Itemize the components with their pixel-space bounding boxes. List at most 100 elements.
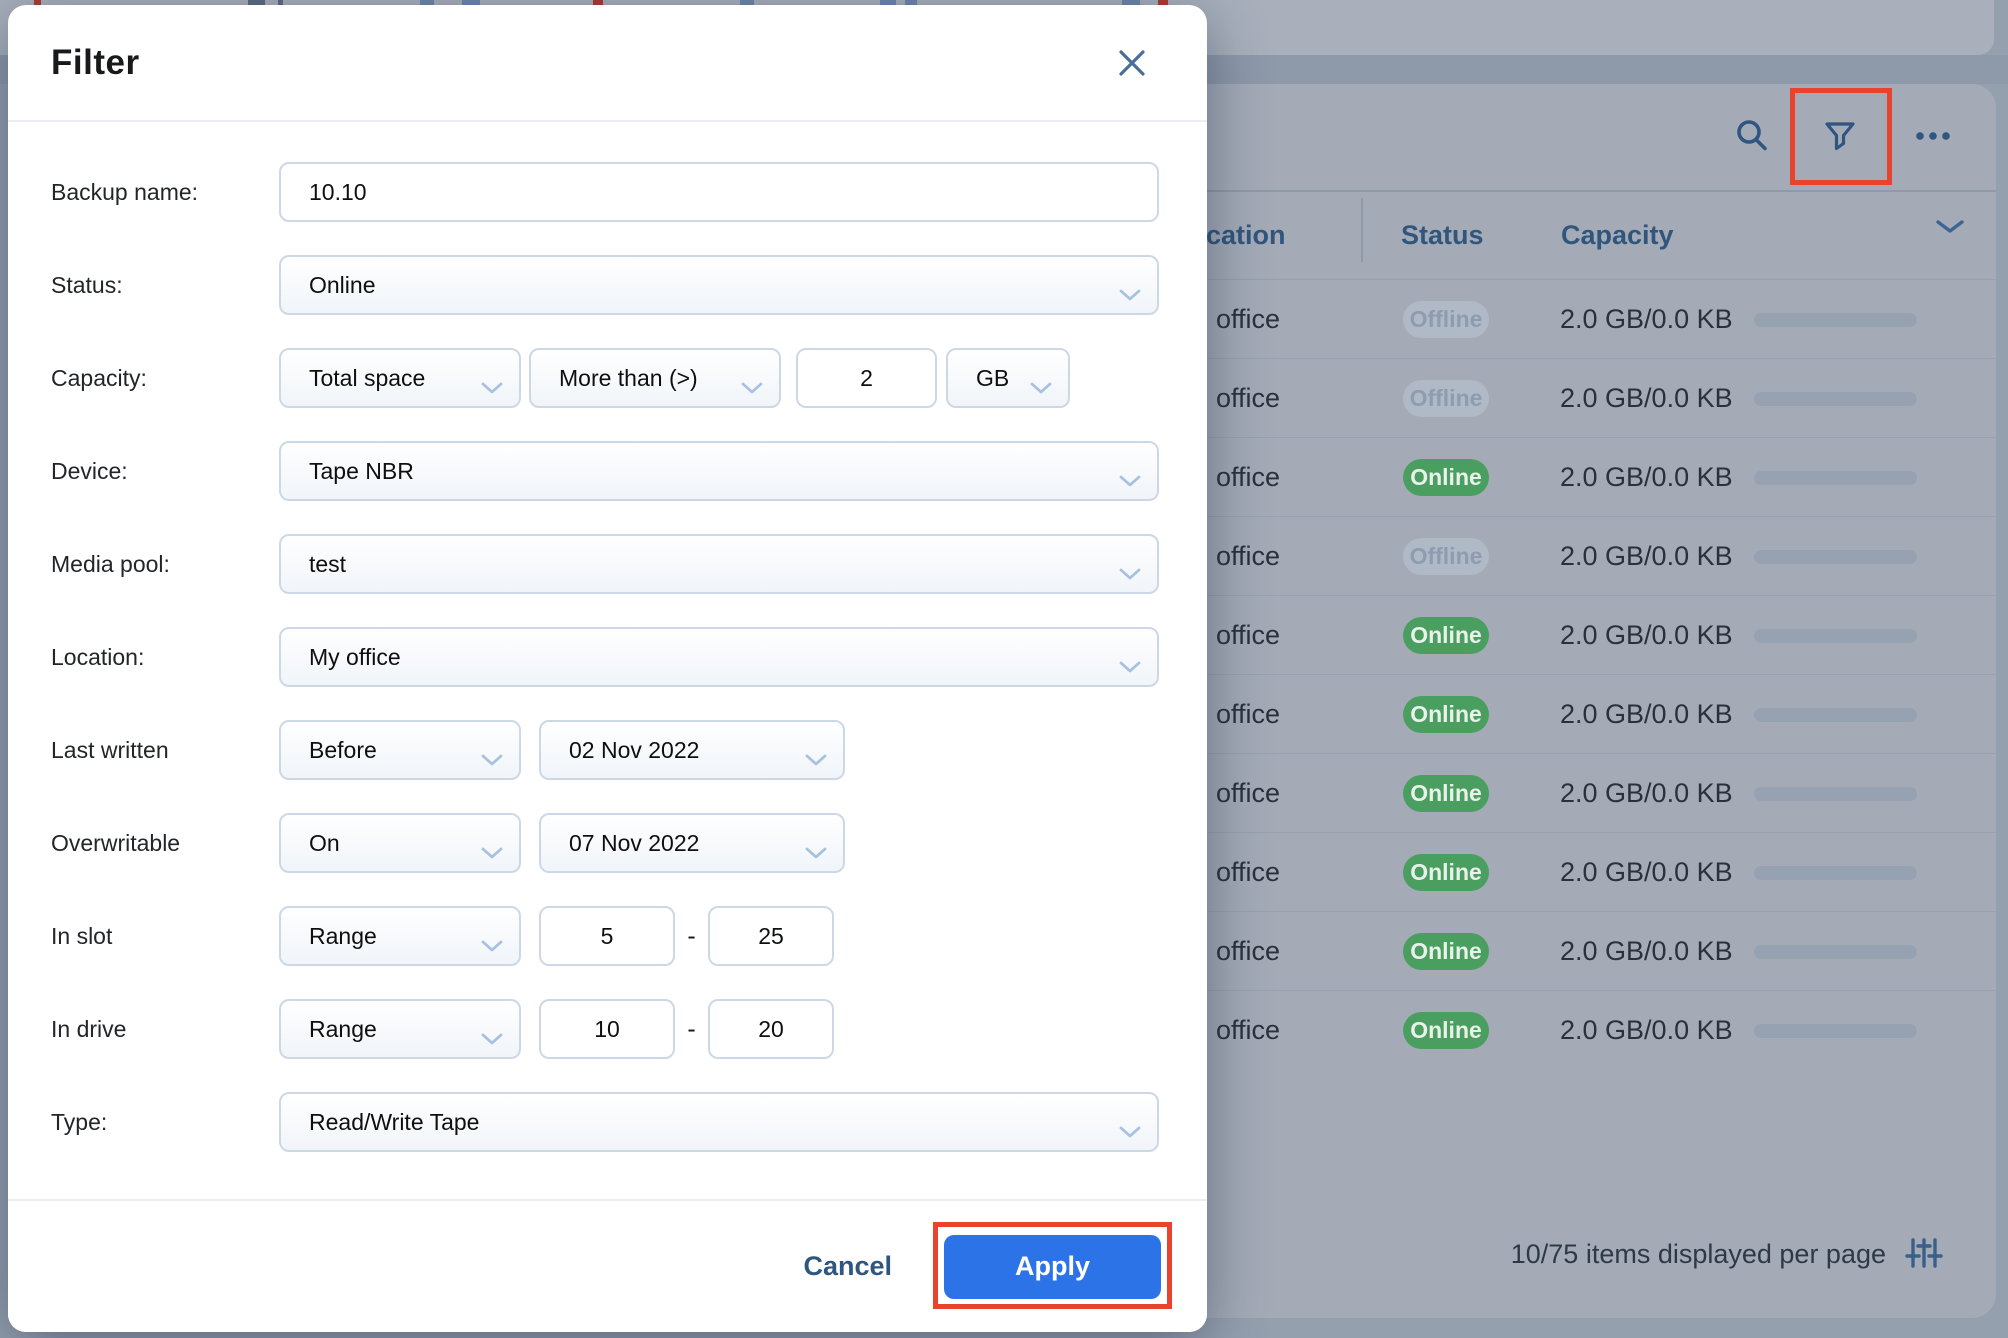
status-select-value: Online xyxy=(309,272,375,299)
column-divider xyxy=(1361,198,1363,262)
media-pool-label: Media pool: xyxy=(51,551,279,578)
overwritable-condition-value: On xyxy=(309,830,340,857)
in-slot-mode-select[interactable]: Range xyxy=(279,906,521,966)
status-badge: Online xyxy=(1403,459,1489,496)
capacity-unit-value: GB xyxy=(976,365,1009,392)
chevron-down-icon xyxy=(481,745,503,772)
range-separator: - xyxy=(675,1015,708,1044)
cell-location: office xyxy=(1216,620,1280,651)
annotation-box-filter-icon xyxy=(1790,88,1892,185)
field-row-overwritable: Overwritable On 07 Nov 2022 xyxy=(51,813,1207,873)
in-slot-from-input[interactable] xyxy=(539,906,675,966)
status-select[interactable]: Online xyxy=(279,255,1159,315)
in-drive-mode-select[interactable]: Range xyxy=(279,999,521,1059)
backup-name-input[interactable] xyxy=(279,162,1159,222)
chevron-down-icon xyxy=(481,838,503,865)
column-header-capacity[interactable]: Capacity xyxy=(1561,220,1674,251)
last-written-condition-select[interactable]: Before xyxy=(279,720,521,780)
cell-capacity: 2.0 GB/0.0 KB xyxy=(1560,620,1733,651)
status-badge: Online xyxy=(1403,933,1489,970)
field-row-last-written: Last written Before 02 Nov 2022 xyxy=(51,720,1207,780)
cell-location: office xyxy=(1216,304,1280,335)
device-label: Device: xyxy=(51,458,279,485)
type-label: Type: xyxy=(51,1109,279,1136)
cell-capacity: 2.0 GB/0.0 KB xyxy=(1560,1015,1733,1046)
in-slot-label: In slot xyxy=(51,923,279,950)
chevron-down-icon xyxy=(1119,280,1141,307)
more-options-icon[interactable] xyxy=(1911,114,1955,158)
location-select-value: My office xyxy=(309,644,401,671)
dialog-body: Backup name: Status: Online Capacity: To… xyxy=(8,122,1207,1152)
capacity-value-input[interactable] xyxy=(796,348,937,408)
chevron-down-icon xyxy=(1119,466,1141,493)
cell-capacity: 2.0 GB/0.0 KB xyxy=(1560,541,1733,572)
capacity-bar xyxy=(1754,392,1917,406)
last-written-date-value: 02 Nov 2022 xyxy=(569,737,699,764)
field-row-backup-name: Backup name: xyxy=(51,162,1207,222)
capacity-metric-value: Total space xyxy=(309,365,425,392)
capacity-bar xyxy=(1754,550,1917,564)
media-pool-select[interactable]: test xyxy=(279,534,1159,594)
status-badge: Online xyxy=(1403,617,1489,654)
close-icon[interactable] xyxy=(1115,46,1149,80)
last-written-date-select[interactable]: 02 Nov 2022 xyxy=(539,720,845,780)
type-select[interactable]: Read/Write Tape xyxy=(279,1092,1159,1152)
capacity-metric-select[interactable]: Total space xyxy=(279,348,521,408)
column-header-status[interactable]: Status xyxy=(1401,220,1484,251)
field-row-in-slot: In slot Range - xyxy=(51,906,1207,966)
in-drive-from-input[interactable] xyxy=(539,999,675,1059)
pagination: 10/75 items displayed per page xyxy=(1511,1234,1944,1274)
filter-dialog: Filter Backup name: Status: Online xyxy=(8,5,1207,1332)
cell-location: office xyxy=(1216,857,1280,888)
status-label: Status: xyxy=(51,272,279,299)
chevron-down-icon xyxy=(805,745,827,772)
capacity-bar xyxy=(1754,787,1917,801)
chevron-down-icon xyxy=(1119,652,1141,679)
capacity-bar xyxy=(1754,866,1917,880)
page-size-settings-icon[interactable] xyxy=(1904,1234,1944,1274)
status-badge: Online xyxy=(1403,696,1489,733)
chevron-down-icon xyxy=(481,373,503,400)
capacity-unit-select[interactable]: GB xyxy=(946,348,1070,408)
cell-location: office xyxy=(1216,1015,1280,1046)
overwritable-label: Overwritable xyxy=(51,830,279,857)
overwritable-date-select[interactable]: 07 Nov 2022 xyxy=(539,813,845,873)
screen: cation Status Capacity office Offline 2.… xyxy=(0,0,2008,1338)
chevron-down-icon xyxy=(805,838,827,865)
device-select[interactable]: Tape NBR xyxy=(279,441,1159,501)
cell-capacity: 2.0 GB/0.0 KB xyxy=(1560,936,1733,967)
items-per-page-label: 10/75 items displayed per page xyxy=(1511,1239,1886,1270)
capacity-bar xyxy=(1754,629,1917,643)
location-label: Location: xyxy=(51,644,279,671)
field-row-in-drive: In drive Range - xyxy=(51,999,1207,1059)
cell-capacity: 2.0 GB/0.0 KB xyxy=(1560,462,1733,493)
in-drive-to-input[interactable] xyxy=(708,999,834,1059)
overwritable-condition-select[interactable]: On xyxy=(279,813,521,873)
cell-capacity: 2.0 GB/0.0 KB xyxy=(1560,383,1733,414)
search-icon[interactable] xyxy=(1730,114,1774,158)
chevron-down-icon xyxy=(481,1024,503,1051)
capacity-operator-select[interactable]: More than (>) xyxy=(529,348,781,408)
media-pool-select-value: test xyxy=(309,551,346,578)
backup-name-label: Backup name: xyxy=(51,179,279,206)
field-row-status: Status: Online xyxy=(51,255,1207,315)
cell-location: office xyxy=(1216,936,1280,967)
in-slot-to-input[interactable] xyxy=(708,906,834,966)
status-badge: Online xyxy=(1403,775,1489,812)
dialog-header: Filter xyxy=(8,5,1207,122)
chevron-down-icon xyxy=(1119,559,1141,586)
device-select-value: Tape NBR xyxy=(309,458,414,485)
dialog-title: Filter xyxy=(51,43,140,83)
cell-capacity: 2.0 GB/0.0 KB xyxy=(1560,778,1733,809)
location-select[interactable]: My office xyxy=(279,627,1159,687)
field-row-type: Type: Read/Write Tape xyxy=(51,1092,1207,1152)
range-separator: - xyxy=(675,922,708,951)
in-drive-mode-value: Range xyxy=(309,1016,377,1043)
chevron-down-icon[interactable] xyxy=(1936,220,1964,239)
chevron-down-icon xyxy=(1119,1117,1141,1144)
capacity-bar xyxy=(1754,945,1917,959)
cancel-button[interactable]: Cancel xyxy=(803,1251,892,1282)
cell-capacity: 2.0 GB/0.0 KB xyxy=(1560,304,1733,335)
last-written-label: Last written xyxy=(51,737,279,764)
column-header-location-truncated[interactable]: cation xyxy=(1206,220,1286,251)
